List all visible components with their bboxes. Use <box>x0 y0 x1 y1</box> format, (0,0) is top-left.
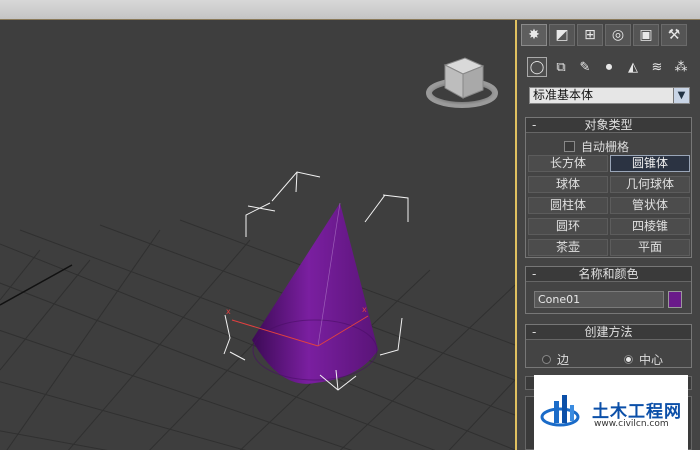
svg-text:x: x <box>226 307 231 316</box>
cylinder-button[interactable]: 圆柱体 <box>528 197 608 214</box>
collapse-icon[interactable]: - <box>532 325 536 339</box>
svg-text:x: x <box>362 305 367 314</box>
box-button[interactable]: 长方体 <box>528 155 608 172</box>
autogrid-checkbox[interactable] <box>564 141 575 152</box>
object-type-rollout: - 对象类型 自动栅格 长方体 圆锥体 球体 几何球体 圆柱体 管状体 圆环 四… <box>525 117 692 258</box>
radio-label: 边 <box>557 353 570 367</box>
object-categories: ◯ ⧉ ✎ ⏺ ◭ ≋ ⁂ <box>527 57 691 77</box>
radio-label: 中心 <box>639 353 664 367</box>
viewcube[interactable] <box>426 57 498 108</box>
create-icon[interactable]: ✸ <box>521 24 547 46</box>
object-color-swatch[interactable] <box>668 291 682 308</box>
display-icon[interactable]: ▣ <box>633 24 659 46</box>
title-bar <box>0 0 700 20</box>
pyramid-button[interactable]: 四棱锥 <box>610 218 690 235</box>
command-panel-tabs: ✸ ◩ ⊞ ◎ ▣ ⚒ <box>521 24 687 46</box>
rollout-title: 创建方法 <box>584 325 633 339</box>
radio-button[interactable] <box>542 355 551 364</box>
sphere-button[interactable]: 球体 <box>528 176 608 193</box>
watermark: 土木工程网 www.civilcn.com <box>534 375 688 450</box>
edge-radio[interactable]: 边 <box>542 351 569 368</box>
perspective-viewport[interactable]: x x <box>0 20 517 450</box>
rollout-header[interactable]: - 创建方法 <box>526 325 691 340</box>
rollout-header[interactable]: - 对象类型 <box>526 118 691 133</box>
lights-icon[interactable]: ✎ <box>575 57 595 77</box>
utilities-icon[interactable]: ⚒ <box>661 24 687 46</box>
watermark-url: www.civilcn.com <box>594 419 669 429</box>
motion-icon[interactable]: ◎ <box>605 24 631 46</box>
hierarchy-icon[interactable]: ⊞ <box>577 24 603 46</box>
autogrid-label: 自动栅格 <box>581 140 630 154</box>
cameras-icon[interactable]: ⏺ <box>599 57 619 77</box>
viewport-scene: x x <box>0 57 515 450</box>
modify-icon[interactable]: ◩ <box>549 24 575 46</box>
teapot-button[interactable]: 茶壶 <box>528 239 608 256</box>
dropdown-value: 标准基本体 <box>533 88 594 102</box>
cone-button[interactable]: 圆锥体 <box>610 155 690 172</box>
spacewarps-icon[interactable]: ≋ <box>647 57 667 77</box>
cone-object[interactable]: x x <box>226 202 378 384</box>
helpers-icon[interactable]: ◭ <box>623 57 643 77</box>
chevron-down-icon[interactable]: ▼ <box>673 88 689 103</box>
rollout-header[interactable]: - 名称和颜色 <box>526 267 691 282</box>
civilcn-logo-icon <box>540 395 580 427</box>
object-category-dropdown[interactable]: 标准基本体 ▼ <box>529 87 690 104</box>
name-color-rollout: - 名称和颜色 Cone01 <box>525 266 692 314</box>
systems-icon[interactable]: ⁂ <box>671 57 691 77</box>
geometry-icon[interactable]: ◯ <box>527 57 547 77</box>
rollout-title: 名称和颜色 <box>578 267 639 281</box>
shapes-icon[interactable]: ⧉ <box>551 57 571 77</box>
autogrid-toggle[interactable]: 自动栅格 <box>564 138 629 155</box>
radio-button[interactable] <box>624 355 633 364</box>
tube-button[interactable]: 管状体 <box>610 197 690 214</box>
geosphere-button[interactable]: 几何球体 <box>610 176 690 193</box>
creation-method-rollout: - 创建方法 边 中心 <box>525 324 692 368</box>
object-name-field[interactable]: Cone01 <box>534 291 664 308</box>
rollout-title: 对象类型 <box>584 118 633 132</box>
collapse-icon[interactable]: - <box>532 118 536 132</box>
plane-button[interactable]: 平面 <box>610 239 690 256</box>
center-radio[interactable]: 中心 <box>624 351 663 368</box>
grid-axis-line <box>0 264 73 306</box>
collapse-icon[interactable]: - <box>532 267 536 281</box>
torus-button[interactable]: 圆环 <box>528 218 608 235</box>
